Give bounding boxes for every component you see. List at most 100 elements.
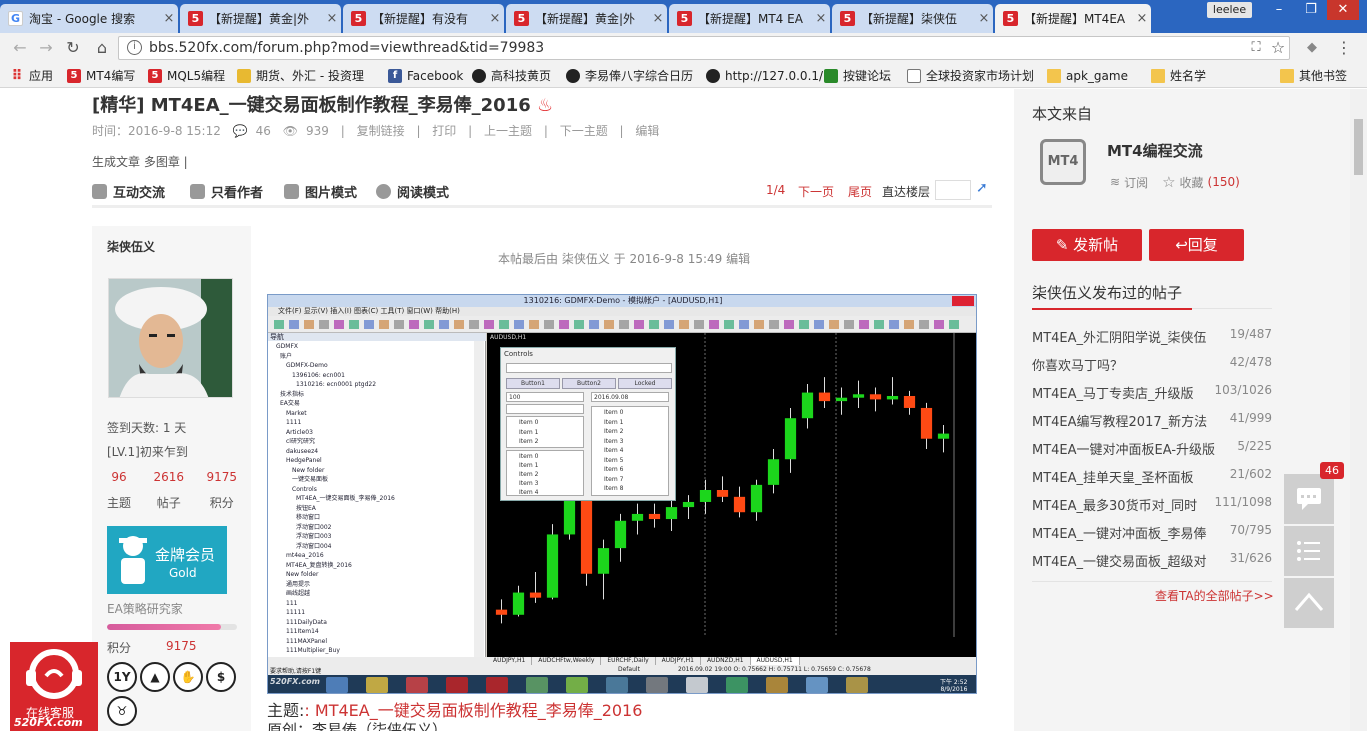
star-icon[interactable]: ☆ — [1162, 173, 1175, 191]
user-level: [LV.1]初来乍到 — [107, 445, 188, 459]
author-name[interactable]: 柒侠伍义 — [107, 238, 155, 255]
comment-float-button[interactable] — [1284, 474, 1334, 524]
browser-tab[interactable]: 5 【新提醒】黄金|外 × — [180, 4, 341, 33]
read-mode[interactable]: 阅读模式 — [376, 182, 449, 201]
tab-close-icon[interactable]: × — [1133, 11, 1151, 26]
tab-close-icon[interactable]: × — [649, 11, 667, 26]
forward-icon[interactable]: → — [36, 38, 56, 58]
author-post-item[interactable]: MT4EA_最多30货币对_同时 111/1098 — [1032, 495, 1272, 517]
browser-tab[interactable]: 5 【新提醒】柒侠伍 × — [832, 4, 993, 33]
online-service-widget[interactable]: 在线客服 520FX.com — [10, 642, 98, 731]
list-float-button[interactable] — [1284, 526, 1334, 576]
bookmark-star-icon[interactable]: ☆ — [1268, 38, 1288, 58]
profile-chip[interactable]: leelee — [1207, 2, 1252, 18]
subscribe-link[interactable]: 订阅 — [1124, 174, 1148, 191]
tab-close-icon[interactable]: × — [975, 11, 993, 26]
reply-button[interactable]: ↩回复 — [1149, 229, 1244, 261]
bookmark-item[interactable]: 姓名学 — [1151, 67, 1206, 85]
mt4-tool-icon — [889, 320, 899, 329]
avatar[interactable] — [108, 278, 233, 398]
bookmark-item[interactable]: apk_game — [1047, 67, 1128, 85]
copy-link[interactable]: 复制链接 — [357, 124, 405, 138]
bookmark-item[interactable]: 期货、外汇 - 投资理 — [237, 67, 364, 85]
author-post-item[interactable]: MT4EA_挂单天皇_圣杯面板 21/602 — [1032, 467, 1272, 489]
medal-bull-icon[interactable]: ♉ — [107, 696, 137, 726]
address-bar[interactable]: i bbs.520fx.com/forum.php?mod=viewthread… — [118, 36, 1290, 60]
tab-close-icon[interactable]: × — [323, 11, 341, 26]
next-page-link[interactable]: 下一页 — [798, 183, 834, 200]
author-post-item[interactable]: MT4EA编写教程2017_新方法 41/999 — [1032, 411, 1272, 433]
taskbar-clock: 下午 2:52 8/9/2016 — [940, 677, 967, 693]
stat-label: 积分 — [209, 496, 234, 510]
author-post-item[interactable]: MT4EA_一键交易面板_超级对 31/626 — [1032, 551, 1272, 573]
bookmark-item[interactable]: 高科技黄页 — [472, 67, 551, 85]
medal-1y-icon[interactable]: 1Y — [107, 662, 137, 692]
medal-dollar-icon[interactable]: $ — [206, 662, 236, 692]
browser-tab[interactable]: 5 【新提醒】MT4 EA × — [669, 4, 830, 33]
interactive-mode[interactable]: 互动交流 — [92, 182, 165, 201]
author-post-item[interactable]: 你喜欢马丁吗？ 42/478 — [1032, 355, 1272, 377]
author-only[interactable]: 只看作者 — [190, 182, 263, 201]
translate-icon[interactable]: ⛶ — [1246, 38, 1266, 58]
author-post-item[interactable]: MT4EA一键对冲面板EA-升级版 5/225 — [1032, 439, 1272, 461]
favorite-link[interactable]: 收藏 — [1180, 174, 1204, 191]
menu-icon[interactable]: ⋮ — [1334, 38, 1354, 58]
view-all-posts-link[interactable]: 查看TA的全部帖子>> — [1155, 587, 1274, 604]
reload-icon[interactable]: ↻ — [63, 38, 83, 58]
page-scrollbar[interactable] — [1350, 89, 1367, 731]
forum-name[interactable]: MT4编程交流 — [1107, 140, 1203, 161]
bookmark-item[interactable]: 李易俸八字综合日历 — [566, 67, 693, 85]
bookmark-item[interactable]: 按键论坛 — [824, 67, 891, 85]
mt4-tool-icon — [649, 320, 659, 329]
author-post-item[interactable]: MT4EA_外汇阴阳学说_柒侠伍 19/487 — [1032, 327, 1272, 349]
prev-thread-link[interactable]: 上一主题 — [484, 124, 532, 138]
stat-topics[interactable]: 96 主题 — [107, 470, 131, 511]
restore-icon[interactable]: ❐ — [1295, 0, 1327, 20]
mt4-screenshot[interactable]: 1310216: GDMFX-Demo - 模拟帐户 - [AUDUSD,H1]… — [267, 294, 977, 694]
bookmark-item[interactable]: f Facebook — [388, 67, 463, 85]
tab-close-icon[interactable]: × — [812, 11, 830, 26]
browser-tab[interactable]: G 淘宝 - Google 搜索 × — [0, 4, 178, 33]
site-info-icon[interactable]: i — [127, 40, 142, 55]
bookmark-item[interactable]: 全球投资家市场计划 — [907, 67, 1034, 85]
home-icon[interactable]: ⌂ — [92, 38, 112, 58]
scrollbar-thumb[interactable] — [1354, 119, 1363, 175]
browser-tab[interactable]: 5 【新提醒】黄金|外 × — [506, 4, 667, 33]
browser-tab[interactable]: 5 【新提醒】有没有 × — [343, 4, 504, 33]
floor-input[interactable] — [935, 180, 971, 200]
bookmark-item[interactable]: 其他书签 — [1280, 67, 1347, 85]
back-to-top-button[interactable] — [1284, 578, 1334, 628]
print-link[interactable]: 打印 — [432, 124, 456, 138]
forum-logo[interactable]: MT4 — [1040, 139, 1086, 185]
mt4-nav-item: cl研究研究 — [286, 438, 315, 445]
tab-close-icon[interactable]: × — [160, 11, 178, 26]
close-window-icon[interactable]: ✕ — [1327, 0, 1359, 20]
browser-tab[interactable]: 5 【新提醒】MT4EA × — [995, 4, 1151, 33]
last-page-link[interactable]: 尾页 — [848, 183, 872, 200]
goto-arrow-icon[interactable]: ➚ — [976, 180, 988, 196]
read-mode-label: 阅读模式 — [397, 186, 450, 201]
back-icon[interactable]: ← — [10, 38, 30, 58]
author-post-item[interactable]: MT4EA_一键对冲面板_李易俸 70/795 — [1032, 523, 1272, 545]
edit-link[interactable]: 编辑 — [635, 124, 659, 138]
extension-icon[interactable]: ◆ — [1302, 38, 1322, 58]
stat-points[interactable]: 9175 积分 — [206, 470, 237, 511]
bookmark-item[interactable]: 5 MT4编写 — [67, 67, 135, 85]
medal-triangle-icon[interactable]: ▲ — [140, 662, 170, 692]
author-post-item[interactable]: MT4EA_马丁专卖店_升级版 103/1026 — [1032, 383, 1272, 405]
panel-spin: 100 — [506, 392, 584, 402]
mt4-status: AUDJPY,H1 AUDCHFtw,Weekly EURCHF,Daily AUDJ… — [268, 657, 976, 675]
bookmark-item[interactable]: ⠿ 应用 — [10, 67, 53, 85]
tab-close-icon[interactable]: × — [486, 11, 504, 26]
minimize-icon[interactable]: – — [1263, 0, 1295, 20]
candle-body — [614, 520, 627, 549]
toolbar-row: ← → ↻ ⌂ i bbs.520fx.com/forum.php?mod=vi… — [0, 33, 1367, 63]
medal-hand-icon[interactable]: ✋ — [173, 662, 203, 692]
bookmark-item[interactable]: 5 MQL5编程 — [148, 67, 225, 85]
rss-icon[interactable]: ≋ — [1110, 175, 1120, 189]
bookmark-item[interactable]: http://127.0.0.1/ — [706, 67, 823, 85]
stat-posts[interactable]: 2616 帖子 — [153, 470, 184, 511]
image-mode[interactable]: 图片模式 — [284, 182, 357, 201]
new-post-button[interactable]: ✎ 发新帖 — [1032, 229, 1142, 261]
next-thread-link[interactable]: 下一主题 — [560, 124, 608, 138]
